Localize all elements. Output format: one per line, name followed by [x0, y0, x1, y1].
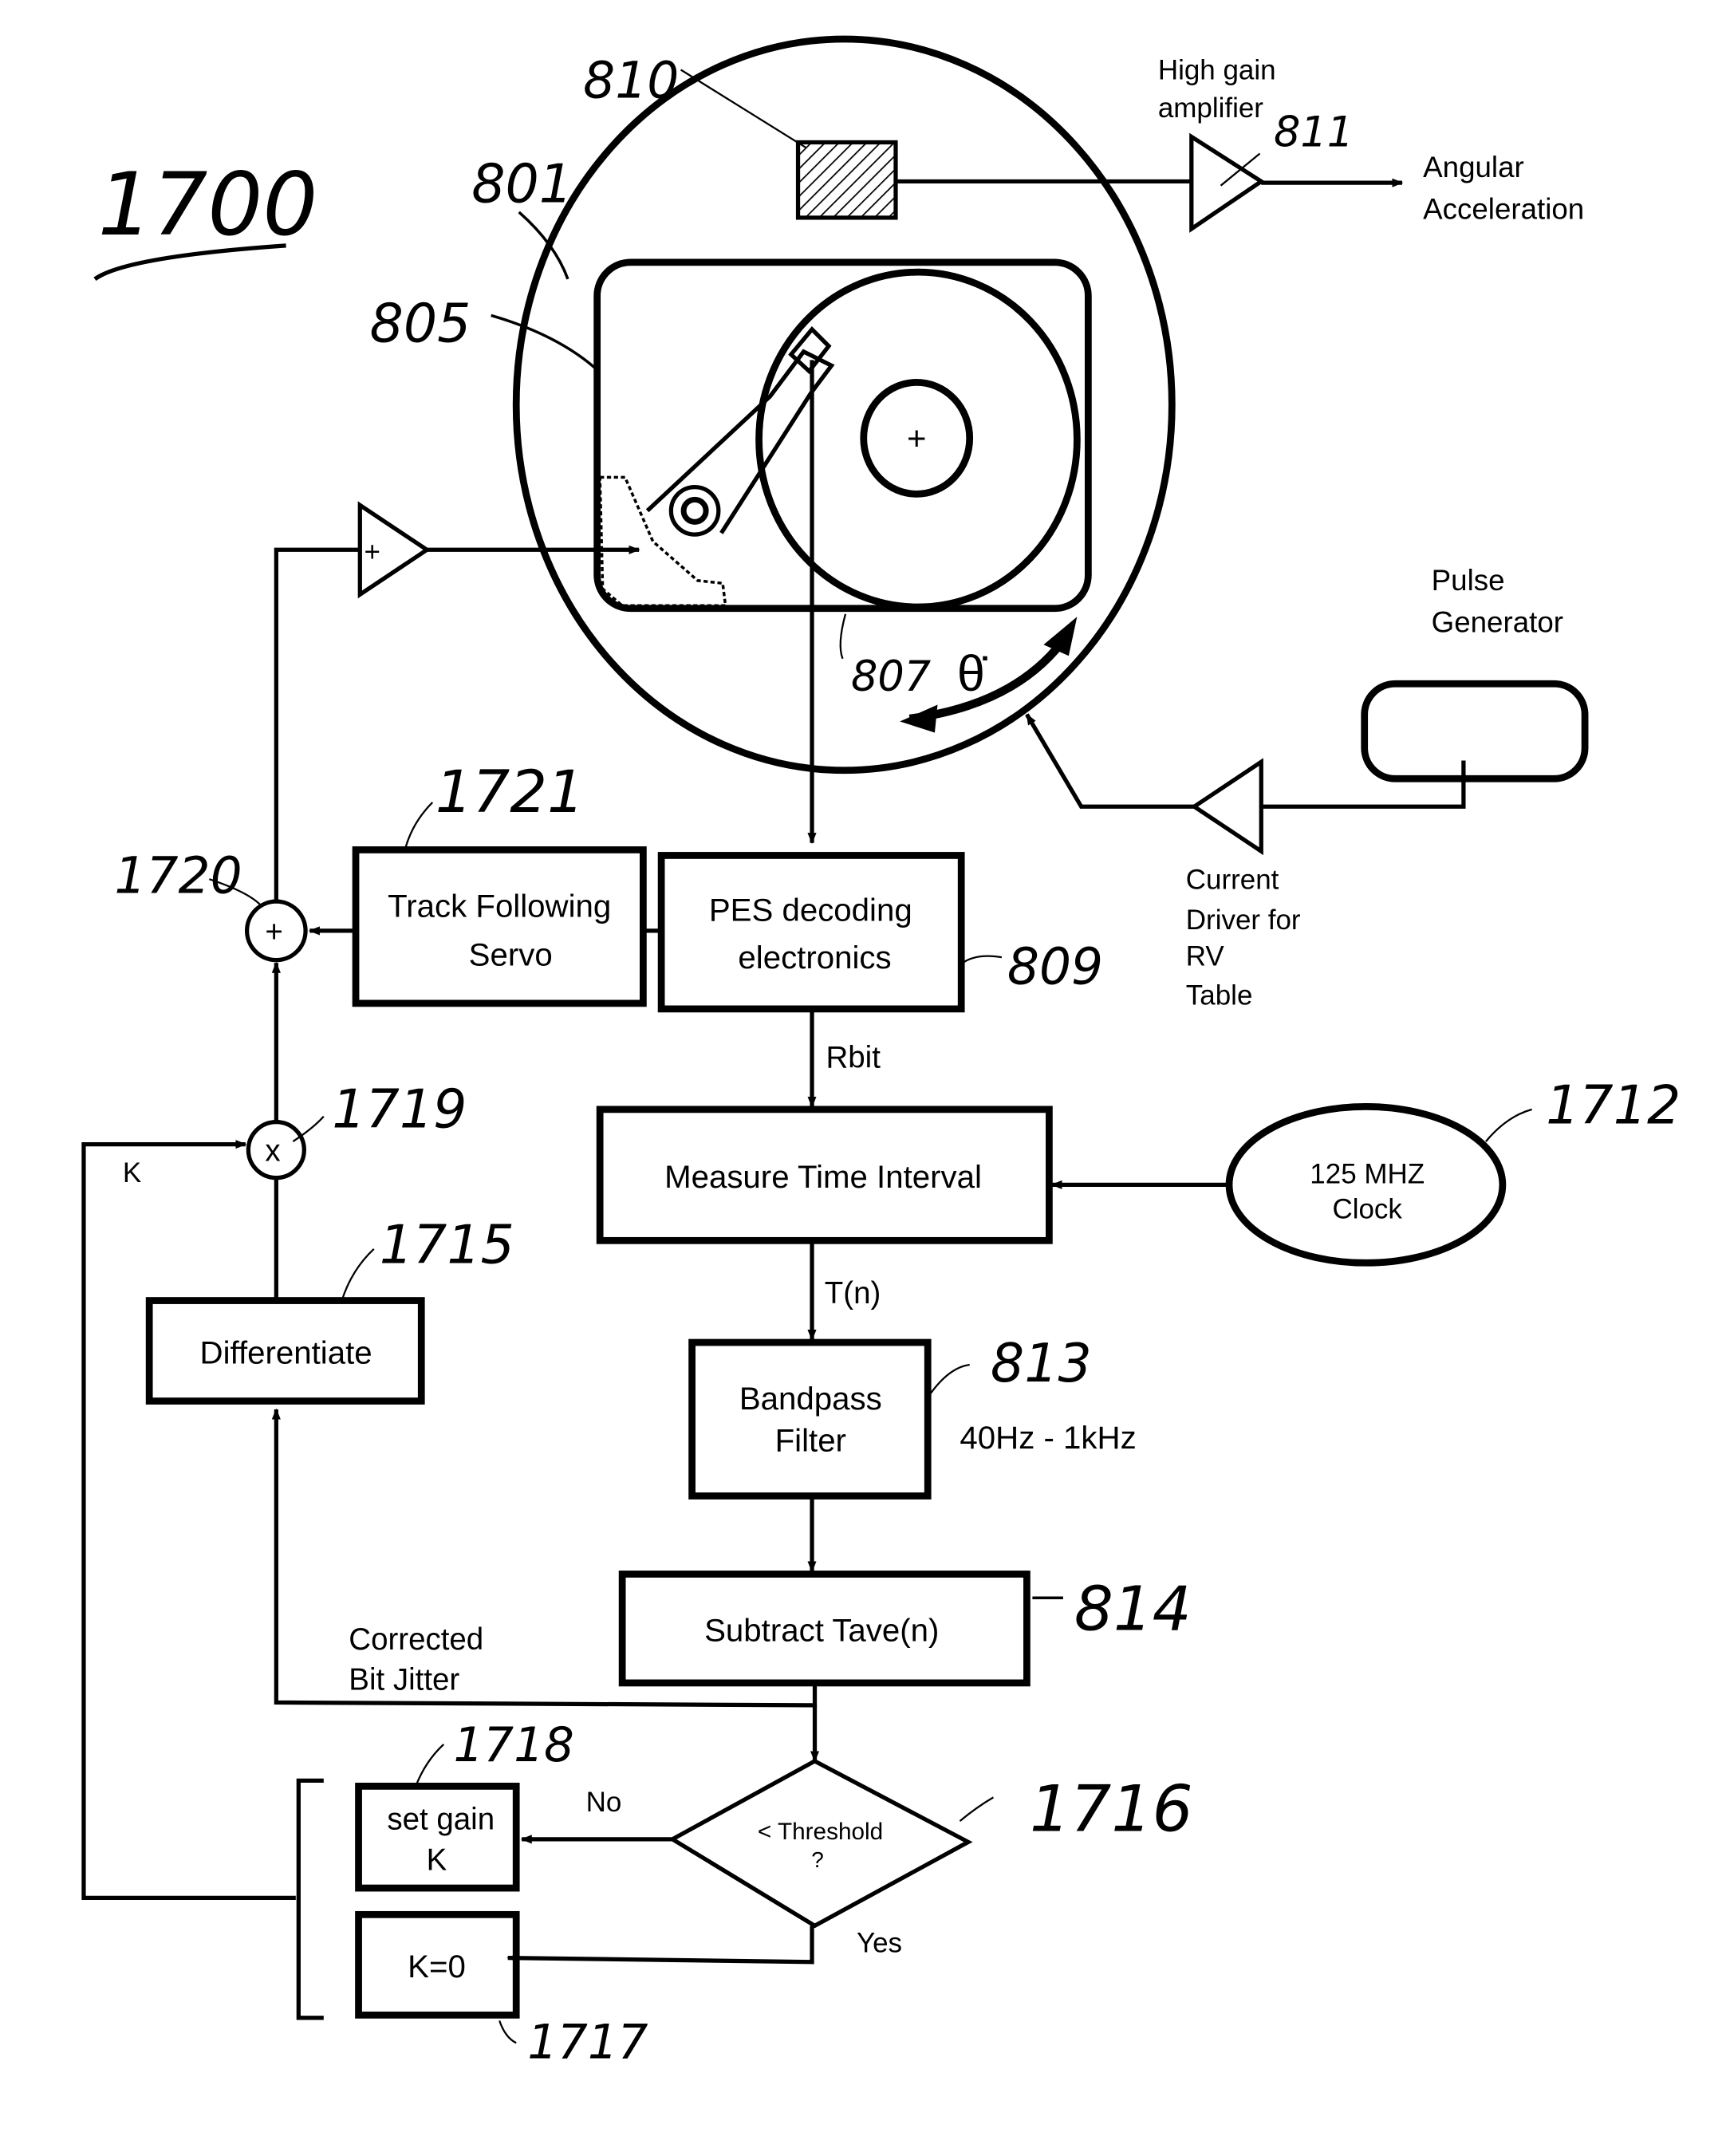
label-no: No	[586, 1787, 622, 1818]
ref-1720: 1720	[114, 847, 242, 905]
subtract-label: Subtract Tave(n)	[704, 1612, 939, 1648]
rotation-arrow	[908, 633, 1071, 723]
track-following-label: Track Following	[388, 888, 611, 924]
servo-label: Servo	[469, 937, 553, 973]
wire-pulse-to-driver	[1261, 760, 1466, 809]
clock-label: Clock	[1332, 1193, 1402, 1224]
ref-1716: 1716	[1030, 1771, 1193, 1846]
label-high-gain: High gain	[1158, 55, 1276, 86]
summing-plus: +	[265, 915, 282, 949]
leader-1715	[341, 1247, 375, 1301]
current-driver-amplifier	[1190, 758, 1263, 856]
bandpass-label: Bandpass	[739, 1381, 882, 1417]
leader-1718	[415, 1744, 445, 1787]
label-rbit: Rbit	[826, 1040, 881, 1074]
theta-dot-symbol: θ̇	[957, 646, 987, 702]
label-tn: T(n)	[825, 1276, 881, 1311]
leader-1717	[499, 2020, 517, 2044]
accelerometer-sensor	[795, 140, 898, 220]
patent-figure: 1700 801 810 High gain amplifier 811 Ang…	[81, 35, 1681, 2071]
leader-807	[839, 613, 847, 660]
set-gain-label: set gain	[387, 1803, 495, 1837]
pes-decoding-block	[657, 852, 965, 1013]
spindle-center-mark: +	[907, 419, 927, 456]
pes-label: PES decoding	[709, 893, 912, 928]
label-corrected: Corrected	[349, 1622, 483, 1657]
label-angular: Angular	[1423, 151, 1524, 183]
label-rv: RV	[1186, 941, 1225, 972]
label-bit-jitter: Bit Jitter	[349, 1663, 459, 1697]
ref-1719: 1719	[332, 1078, 467, 1141]
rotation-arrowhead-up	[1043, 617, 1078, 656]
rotation-arrowhead-left	[900, 704, 938, 733]
k-zero-label: K=0	[408, 1949, 466, 1985]
wire-yes-to-kzero	[506, 1925, 814, 1965]
ref-809: 809	[1007, 937, 1103, 995]
svg-text:1700: 1700	[97, 154, 317, 255]
wire-jitter-to-differentiate	[271, 1408, 818, 1708]
measure-label: Measure Time Interval	[664, 1159, 982, 1195]
bandpass-filter-block	[688, 1338, 932, 1500]
clock-frequency-label: 125 MHZ	[1310, 1159, 1425, 1190]
ref-1718: 1718	[453, 1718, 573, 1773]
vcm-amp-plus: +	[365, 536, 380, 567]
actuator-arm	[598, 325, 835, 608]
bandpass-range-label: 40Hz - 1kHz	[960, 1420, 1136, 1456]
ref-1715: 1715	[380, 1213, 514, 1275]
ref-1721: 1721	[435, 759, 585, 826]
pivot-center	[680, 496, 709, 525]
ref-801: 801	[471, 153, 573, 215]
set-gain-k-label: K	[427, 1843, 447, 1877]
label-pulse: Pulse	[1432, 564, 1505, 597]
ref-810: 810	[583, 51, 679, 109]
disk-drive-housing	[593, 258, 1092, 613]
electronics-label: electronics	[738, 940, 891, 976]
leader-809	[962, 955, 1003, 964]
label-acceleration: Acceleration	[1423, 193, 1584, 226]
gain-selection-bracket	[296, 1778, 324, 2020]
ref-805: 805	[370, 293, 471, 355]
track-following-servo-block	[352, 846, 647, 1007]
high-gain-amplifier	[1189, 132, 1266, 233]
leader-813	[928, 1363, 970, 1397]
leader-805	[491, 313, 598, 371]
ref-811: 811	[1274, 108, 1354, 157]
label-generator: Generator	[1432, 606, 1563, 639]
ref-1712: 1712	[1546, 1074, 1681, 1136]
ref-814: 814	[1074, 1574, 1192, 1645]
ref-813: 813	[991, 1332, 1092, 1394]
threshold-label: < Threshold	[758, 1819, 883, 1845]
pulse-generator	[1361, 680, 1589, 782]
differentiate-label: Differentiate	[200, 1334, 372, 1370]
leader-810	[680, 69, 807, 149]
leader-1712	[1485, 1108, 1532, 1142]
label-k: K	[123, 1157, 141, 1188]
pivot-bearing	[668, 484, 721, 537]
threshold-question: ?	[811, 1847, 824, 1872]
wire-driver-to-table	[1025, 713, 1195, 809]
label-current: Current	[1186, 864, 1279, 895]
label-table: Table	[1186, 980, 1253, 1011]
label-amplifier: amplifier	[1158, 93, 1263, 124]
filter-label: Filter	[775, 1422, 846, 1458]
ref-1717: 1717	[527, 2016, 648, 2071]
ref-807: 807	[851, 652, 931, 701]
leader-1721	[404, 802, 434, 852]
multiplier-x: x	[265, 1134, 280, 1169]
figure-number: 1700	[93, 154, 317, 282]
wire-gain-k-feedback	[81, 1140, 296, 1900]
label-yes: Yes	[857, 1928, 902, 1959]
leader-1716	[959, 1796, 994, 1822]
wire-sum-to-amp	[274, 547, 361, 902]
label-driver-for: Driver for	[1186, 905, 1301, 936]
